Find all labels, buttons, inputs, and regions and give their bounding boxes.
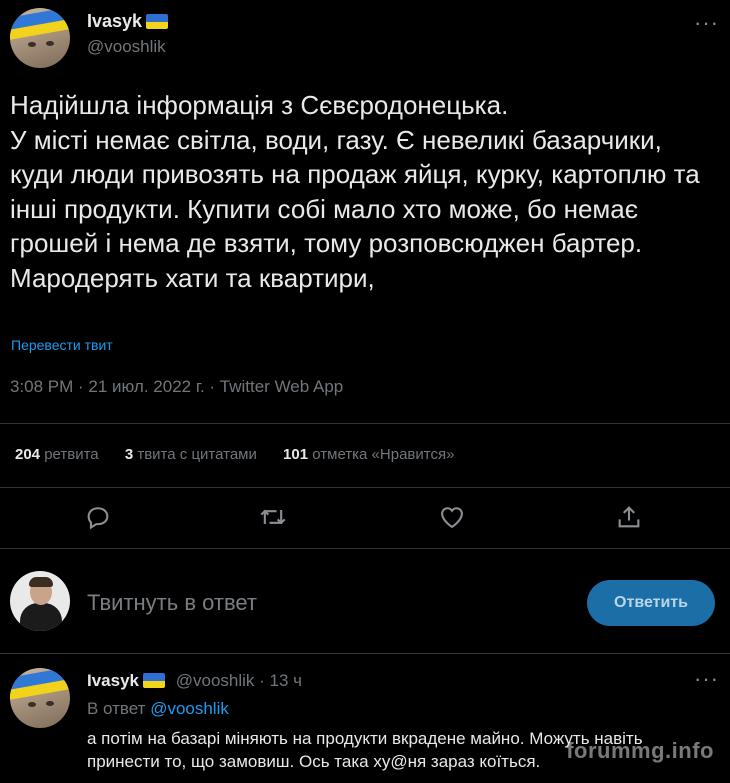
quotes-label: твита с цитатами <box>137 446 257 463</box>
ukraine-flag-icon <box>143 673 165 688</box>
author-name-row[interactable]: Ivasyk <box>87 11 169 32</box>
divider <box>0 653 730 654</box>
watermark: forummg.info <box>566 738 714 763</box>
ukraine-flag-icon <box>146 14 169 29</box>
share-icon[interactable] <box>615 503 643 531</box>
tweet-text: Надійшла інформація з Сєвєродонецька. У … <box>10 90 700 293</box>
divider <box>0 548 730 549</box>
reply-author-name[interactable]: Ivasyk <box>87 671 139 690</box>
reply-author-avatar[interactable] <box>10 668 70 728</box>
reply-author-row: Ivasyk @vooshlik · 13 ч <box>87 671 302 691</box>
reply-to-prefix: В ответ <box>87 699 146 718</box>
likes-count: 101 <box>283 446 309 463</box>
author-name[interactable]: Ivasyk <box>87 11 142 31</box>
retweets-count: 204 <box>15 446 41 463</box>
reply-to-handle-link[interactable]: @vooshlik <box>150 699 229 718</box>
tweet-timestamp[interactable]: 3:08 PM · 21 июл. 2022 г. · Twitter Web … <box>10 377 343 397</box>
reply-author-handle[interactable]: @vooshlik <box>176 671 255 690</box>
quotes-stat[interactable]: 3 твита с цитатами <box>125 446 257 463</box>
reply-input[interactable]: Твитнуть в ответ <box>87 590 257 616</box>
like-icon[interactable] <box>438 503 466 531</box>
reply-time[interactable]: · 13 ч <box>259 671 302 690</box>
translate-link[interactable]: Перевести твит <box>11 337 113 353</box>
reply-icon[interactable] <box>84 503 112 531</box>
author-avatar[interactable] <box>10 8 70 68</box>
user-avatar[interactable] <box>10 571 70 631</box>
reply-more-options-icon[interactable]: ··· <box>694 668 719 690</box>
retweet-icon[interactable] <box>259 503 287 531</box>
divider <box>0 487 730 488</box>
retweets-stat[interactable]: 204 ретвита <box>15 446 99 463</box>
likes-stat[interactable]: 101 отметка «Нравится» <box>283 446 454 463</box>
reply-button[interactable]: Ответить <box>587 580 715 626</box>
more-options-icon[interactable]: ··· <box>694 12 719 34</box>
likes-label: отметка «Нравится» <box>312 446 455 463</box>
quotes-count: 3 <box>124 446 134 463</box>
author-handle[interactable]: @vooshlik <box>87 37 166 57</box>
tweet-stats: 204 ретвита 3 твита с цитатами 101 отмет… <box>15 446 476 463</box>
reply-to-line: В ответ @vooshlik <box>87 699 229 719</box>
retweets-label: ретвита <box>44 446 99 463</box>
divider <box>0 423 730 424</box>
